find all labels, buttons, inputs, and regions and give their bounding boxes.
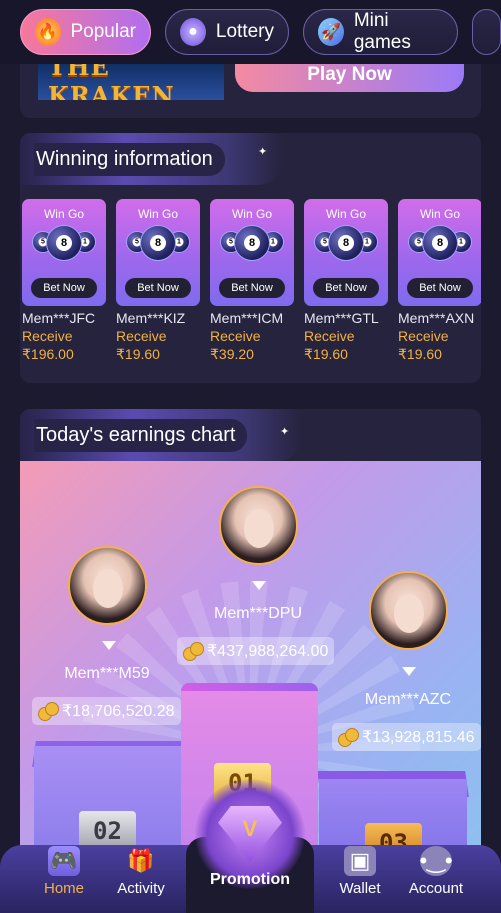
game-name: Win Go (43, 207, 84, 221)
third-place-amount: ₹13,928,815.46 (362, 729, 475, 746)
nav-promotion[interactable]: Promotion (186, 871, 314, 889)
account-face-icon: •‿• (419, 846, 453, 876)
lottery-balls-icon: 518 (126, 225, 190, 265)
tab-label: Lottery (215, 21, 274, 42)
winner-amount: ₹19.60 (116, 346, 160, 362)
section-header: Today's earnings chart ✦ (20, 409, 481, 461)
rocket-icon: 🚀 (318, 18, 344, 46)
section-header: Winning information ✦ (20, 133, 481, 185)
lottery-balls-icon: 518 (32, 225, 96, 265)
first-place-name: Mem***DPU (213, 605, 302, 622)
winner-amount: ₹196.00 (22, 346, 74, 362)
second-place-amount: ₹18,706,520.28 (62, 703, 175, 720)
section-title: Today's earnings chart (34, 418, 248, 452)
avatar-first[interactable] (219, 486, 298, 565)
tab-label: Mini games (353, 10, 411, 53)
second-place-amount-pill: ₹18,706,520.28 (32, 697, 181, 725)
coins-icon (338, 728, 359, 747)
pointer-icon (102, 641, 116, 650)
sparkle-icon: ✦ (280, 426, 290, 438)
avatar-second[interactable] (68, 546, 147, 625)
game-title: THE KRAKEN (48, 58, 175, 100)
nav-activity[interactable]: 🎁 Activity (101, 845, 181, 913)
winning-item[interactable]: Win Go 518 Bet Now Mem***ICM Receive ₹39… (210, 199, 294, 363)
tab-label: Popular (70, 21, 137, 42)
winner-amount: ₹39.20 (210, 346, 254, 362)
second-place-name: Mem***M59 (64, 665, 150, 682)
section-title-pill: Today's earnings chart (20, 409, 302, 461)
winner-name: Mem***ICM (210, 310, 284, 326)
winner-name: Mem***KIZ (116, 310, 186, 326)
pointer-icon (252, 581, 266, 590)
lottery-balls-icon: 518 (314, 225, 378, 265)
category-tabs: 🔥 Popular ● Lottery 🚀 Mini games (0, 0, 501, 64)
winner-amount: ₹19.60 (304, 346, 348, 362)
winner-status: Receive (210, 328, 261, 344)
wallet-icon: ▣ (344, 846, 376, 876)
first-place-amount-pill: ₹437,988,264.00 (177, 637, 335, 665)
winner-status: Receive (304, 328, 355, 344)
third-place-name: Mem***AZC (364, 691, 452, 708)
nav-label: Account (408, 880, 464, 897)
winner-status: Receive (398, 328, 449, 344)
game-card[interactable]: Win Go 518 Bet Now (304, 199, 388, 306)
bet-now-button[interactable]: Bet Now (219, 278, 285, 298)
winning-list: Win Go 518 Bet Now Mem***JFC Receive ₹19… (22, 199, 481, 363)
winning-information-section: Winning information ✦ Win Go 518 Bet Now… (20, 133, 481, 383)
nav-label: Activity (117, 880, 165, 897)
lottery-balls-icon: 518 (408, 225, 472, 265)
gamepad-icon: 🎮 (48, 846, 80, 876)
game-name: Win Go (231, 207, 272, 221)
bet-now-button[interactable]: Bet Now (407, 278, 473, 298)
pointer-icon (402, 667, 416, 676)
bottom-navigation: V Promotion 🎮 Home 🎁 Activity ▣ Wallet •… (0, 779, 501, 913)
tab-lottery[interactable]: ● Lottery (165, 9, 289, 55)
nav-label: Wallet (339, 880, 381, 897)
game-card[interactable]: Win Go 518 Bet Now (116, 199, 200, 306)
winner-name: Mem***AXN (398, 310, 475, 326)
tab-mini-games[interactable]: 🚀 Mini games (303, 9, 459, 55)
winner-name: Mem***GTL (304, 310, 379, 326)
sparkle-icon: ✦ (258, 146, 268, 158)
gift-icon: 🎁 (127, 848, 155, 873)
section-title-pill: Winning information (20, 133, 282, 185)
bet-now-button[interactable]: Bet Now (125, 278, 191, 298)
coins-icon (38, 702, 59, 721)
game-card[interactable]: Win Go 518 Bet Now (22, 199, 106, 306)
nav-home[interactable]: 🎮 Home (24, 845, 104, 913)
third-place-amount-pill: ₹13,928,815.46 (332, 723, 481, 751)
avatar-third[interactable] (369, 571, 448, 650)
lottery-balls-icon: 518 (220, 225, 284, 265)
game-name: Win Go (137, 207, 178, 221)
winning-item[interactable]: Win Go 518 Bet Now Mem***KIZ Receive ₹19… (116, 199, 200, 363)
game-thumbnail[interactable]: THE KRAKEN (38, 58, 224, 100)
game-card[interactable]: Win Go 518 Bet Now (398, 199, 481, 306)
lottery-ball-icon: ● (180, 18, 206, 46)
game-name: Win Go (325, 207, 366, 221)
fire-icon: 🔥 (35, 18, 61, 46)
winning-item[interactable]: Win Go 518 Bet Now Mem***AXN Receive ₹19… (398, 199, 481, 363)
winner-name: Mem***JFC (22, 310, 96, 326)
nav-account[interactable]: •‿• Account (396, 845, 476, 913)
nav-label: Home (43, 880, 84, 897)
winning-item[interactable]: Win Go 518 Bet Now Mem***GTL Receive ₹19… (304, 199, 388, 363)
winning-item[interactable]: Win Go 518 Bet Now Mem***JFC Receive ₹19… (22, 199, 106, 363)
game-card[interactable]: Win Go 518 Bet Now (210, 199, 294, 306)
tab-more[interactable] (472, 9, 501, 55)
game-banner: THE KRAKEN Play Now (20, 58, 481, 118)
bet-now-button[interactable]: Bet Now (31, 278, 97, 298)
nav-wallet[interactable]: ▣ Wallet (320, 845, 400, 913)
coins-icon (183, 642, 204, 661)
winner-status: Receive (116, 328, 167, 344)
bet-now-button[interactable]: Bet Now (313, 278, 379, 298)
first-place-amount: ₹437,988,264.00 (207, 643, 329, 660)
game-name: Win Go (419, 207, 460, 221)
section-title: Winning information (34, 142, 225, 176)
winner-amount: ₹19.60 (398, 346, 442, 362)
winner-status: Receive (22, 328, 73, 344)
tab-popular[interactable]: 🔥 Popular (20, 9, 151, 55)
